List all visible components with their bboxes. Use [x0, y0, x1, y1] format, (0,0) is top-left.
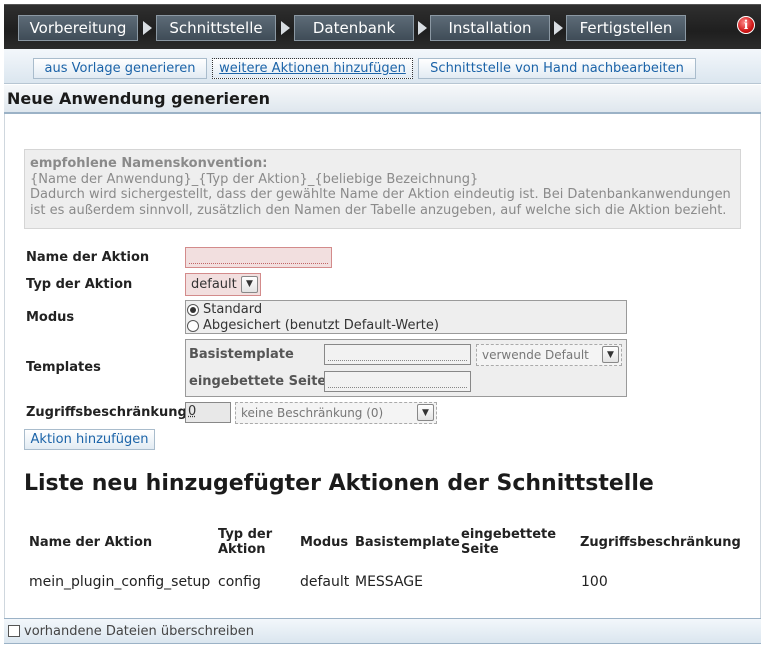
mode-label: Modus [26, 310, 75, 325]
name-label: Name der Aktion [26, 250, 150, 265]
access-label: Zugriffsbeschränkung [26, 405, 187, 420]
col-header-mode: Modus [300, 535, 349, 550]
access-level-select[interactable]: keine Beschränkung (0) ▼ [235, 402, 437, 424]
embedded-page-input[interactable] [324, 371, 471, 392]
wizard-bar: Vorbereitung Schnittstelle Datenbank Ins… [4, 4, 761, 49]
mode-option-abgesichert-label: Abgesichert (benutzt Default-Werte) [203, 318, 439, 333]
chevron-down-icon[interactable]: ▼ [241, 276, 258, 293]
type-label: Typ der Aktion [26, 277, 133, 292]
list-title: Liste neu hinzugefügter Aktionen der Sch… [24, 471, 654, 496]
col-header-embedded-line2: Seite [461, 542, 499, 557]
col-header-access: Zugriffsbeschränkung [580, 535, 741, 550]
step-arrow-icon [143, 21, 152, 35]
base-template-input[interactable] [324, 344, 471, 365]
footer-bar: vorhandene Dateien überschreiben [4, 618, 761, 644]
hint-title: empfohlene Namenskonvention: [30, 156, 268, 171]
step-schnittstelle[interactable]: Schnittstelle [156, 15, 276, 41]
chevron-down-icon[interactable]: ▼ [602, 346, 619, 363]
subnav-schnittstelle-nachbearbeiten[interactable]: Schnittstelle von Hand nachbearbeiten [418, 58, 696, 79]
overwrite-checkbox[interactable] [8, 625, 20, 637]
base-template-label: Basistemplate [189, 347, 294, 362]
mode-option-standard[interactable]: Standard [187, 302, 262, 317]
base-template-select-value: verwende Default [482, 348, 589, 362]
col-header-embedded-page: eingebettete Seite [461, 527, 556, 557]
cell-name: mein_plugin_config_setup [29, 574, 211, 590]
naming-convention-hint: empfohlene Namenskonvention: {Name der A… [24, 149, 741, 229]
radio-standard[interactable] [187, 303, 199, 316]
hint-pattern: {Name der Anwendung}_{Typ der Aktion}_{b… [30, 171, 479, 187]
overwrite-label[interactable]: vorhandene Dateien überschreiben [24, 624, 254, 639]
col-header-base-template: Basistemplate [355, 535, 460, 550]
add-action-button[interactable]: Aktion hinzufügen [24, 429, 155, 450]
cell-access: 100 [581, 574, 608, 590]
col-header-type-line2: Aktion [218, 542, 266, 557]
templates-label: Templates [26, 360, 101, 375]
step-arrow-icon [554, 21, 563, 35]
chevron-down-icon[interactable]: ▼ [417, 404, 434, 421]
subnav-aus-vorlage-generieren[interactable]: aus Vorlage generieren [33, 58, 207, 79]
step-installation[interactable]: Installation [430, 15, 550, 41]
mode-option-abgesichert[interactable]: Abgesichert (benutzt Default-Werte) [187, 318, 439, 333]
step-datenbank[interactable]: Datenbank [294, 15, 414, 41]
col-header-name: Name der Aktion [29, 535, 153, 550]
cell-base-template: MESSAGE [355, 574, 423, 590]
col-header-type-line1: Typ der [218, 527, 273, 542]
page-title: Neue Anwendung generieren [4, 85, 761, 114]
col-header-type: Typ der Aktion [218, 527, 272, 557]
base-template-select[interactable]: verwende Default ▼ [476, 344, 622, 366]
mode-option-standard-label: Standard [203, 302, 263, 317]
cell-mode: default [300, 574, 350, 590]
step-arrow-icon [418, 21, 427, 35]
cell-type: config [218, 574, 261, 590]
col-header-embedded-line1: eingebettete [461, 527, 557, 542]
step-arrow-icon [281, 21, 290, 35]
info-icon[interactable]: i [737, 16, 755, 34]
action-type-select[interactable]: default ▼ [185, 273, 261, 296]
access-level-select-value: keine Beschränkung (0) [241, 406, 384, 420]
subnav-weitere-aktionen-hinzufuegen[interactable]: weitere Aktionen hinzufügen [212, 58, 413, 79]
radio-abgesichert[interactable] [187, 319, 199, 332]
hint-text-line2: ist es außerdem sinnvoll, zusätzlich den… [30, 202, 727, 218]
step-fertigstellen[interactable]: Fertigstellen [566, 15, 686, 41]
action-type-value: default [191, 277, 237, 292]
hint-text-line1: Dadurch wird sichergestellt, dass der ge… [30, 187, 731, 202]
step-vorbereitung[interactable]: Vorbereitung [18, 15, 138, 41]
action-name-input[interactable] [185, 247, 332, 268]
embedded-page-label: eingebettete Seite [189, 374, 327, 389]
access-level-input[interactable]: 0 [185, 402, 231, 423]
sub-navigation: aus Vorlage generieren weitere Aktionen … [4, 49, 761, 84]
